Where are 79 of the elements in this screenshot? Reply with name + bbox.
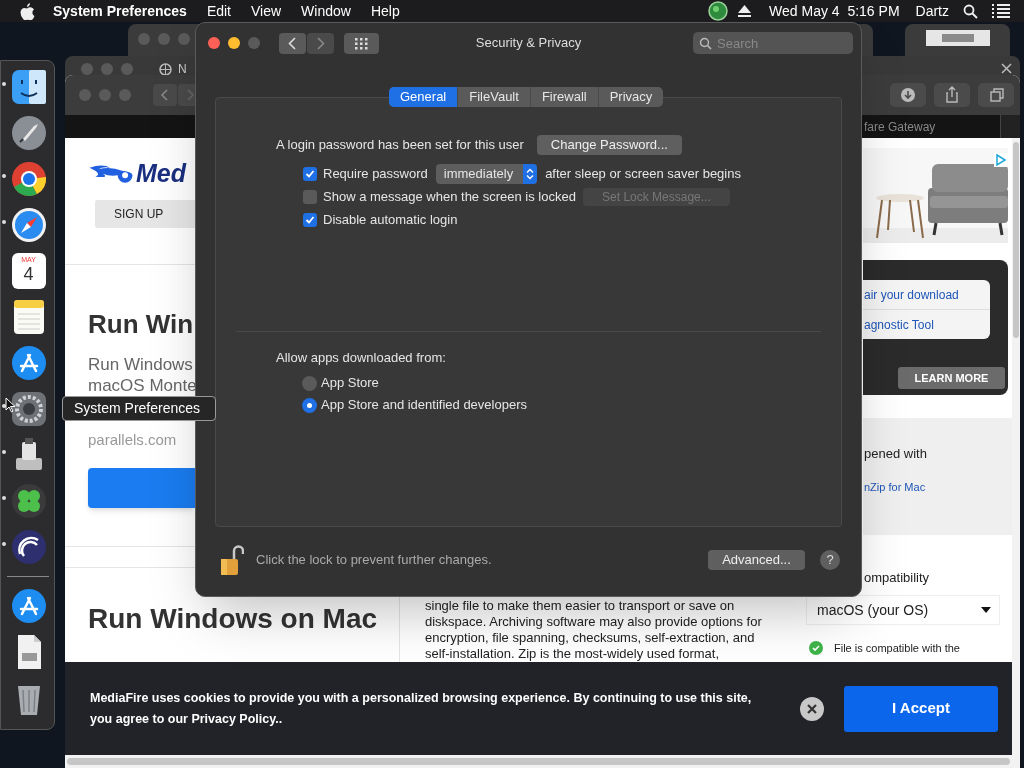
- dock-tooltip: System Preferences: [62, 396, 216, 421]
- list-icon[interactable]: [992, 4, 1010, 18]
- ad-heading[interactable]: Run Win: [88, 305, 194, 344]
- back-icon[interactable]: [279, 32, 306, 54]
- window-thumbnail-icon: [925, 30, 990, 46]
- compass-icon[interactable]: [9, 206, 48, 244]
- search-icon[interactable]: [963, 3, 978, 19]
- accept-button[interactable]: I Accept: [844, 685, 998, 732]
- close-icon[interactable]: [1001, 63, 1012, 74]
- password-status: A login password has been set for this user: [276, 136, 524, 155]
- lock-hint: Click the lock to prevent further changes.: [256, 551, 492, 570]
- torrent-app-icon[interactable]: [9, 528, 48, 566]
- eject-icon[interactable]: [738, 5, 752, 17]
- clover-icon[interactable]: [9, 482, 48, 520]
- tab-title[interactable]: N: [178, 63, 187, 76]
- ad-action-button[interactable]: [88, 467, 195, 508]
- section-heading: ompatibility: [864, 569, 930, 587]
- radio-label[interactable]: App Store and identified developers: [321, 395, 527, 415]
- section-label: Allow apps downloaded from:: [276, 349, 447, 368]
- share-icon[interactable]: [934, 83, 970, 107]
- tabs-icon[interactable]: [978, 83, 1014, 107]
- caret-icon: [981, 607, 991, 613]
- up-down-icon: [526, 167, 535, 180]
- menu-item[interactable]: Window: [301, 0, 351, 22]
- change-password-button[interactable]: Change Password...: [536, 135, 682, 155]
- globe-status-icon[interactable]: [708, 1, 729, 21]
- checkbox-label[interactable]: Disable automatic login: [323, 209, 458, 230]
- search-icon: [699, 37, 712, 50]
- pointer-icon: [5, 397, 16, 413]
- globe-icon: [159, 63, 172, 76]
- os-select[interactable]: macOS (your OS): [806, 595, 1000, 625]
- menu-item[interactable]: View: [251, 0, 282, 22]
- menu-bar-clock[interactable]: Wed May 4 5:16 PM: [769, 0, 900, 22]
- checkbox-label[interactable]: Show a message when the screen is locked: [323, 186, 576, 207]
- ad-heading[interactable]: Run Windows on Mac: [88, 597, 378, 640]
- radio-label[interactable]: App Store: [321, 373, 379, 393]
- window-control-icon[interactable]: [208, 37, 220, 49]
- finder-icon[interactable]: [9, 68, 48, 106]
- unlocked-icon[interactable]: [220, 544, 244, 576]
- user-name[interactable]: Dartz: [915, 0, 949, 22]
- tab[interactable]: Firewall: [529, 87, 598, 107]
- app-store-icon[interactable]: [9, 587, 48, 625]
- article-paragraph: single file to make them easier to transport or save on diskspace. Archiving software may also provide options for encryption, file spanning, checksums, self-extraction, and self-installation. Zip is the most-widely used format,: [425, 598, 763, 662]
- help-button[interactable]: ?: [820, 550, 840, 570]
- learn-more-button[interactable]: LEARN MORE: [898, 367, 1005, 389]
- flame-logo-icon: [88, 163, 134, 183]
- forward-icon[interactable]: [307, 32, 334, 54]
- ad-subtitle: Run Windows macOS Monte: [88, 354, 197, 396]
- menu-item[interactable]: Edit: [206, 0, 231, 22]
- grid-icon[interactable]: [344, 32, 379, 54]
- tab-title[interactable]: fare Gateway: [864, 117, 936, 136]
- option-text: after sleep or screen saver begins: [545, 164, 741, 183]
- compatibility-note: File is compatible with the: [834, 641, 960, 656]
- ad-choices-icon[interactable]: [994, 153, 1008, 167]
- tab[interactable]: General: [389, 87, 458, 107]
- rocket-icon[interactable]: [9, 114, 48, 152]
- chrome-icon[interactable]: [9, 160, 48, 198]
- window-title: Security & Privacy: [475, 34, 582, 53]
- apple-icon[interactable]: [20, 2, 35, 20]
- tab[interactable]: FileVault: [457, 87, 530, 107]
- repair-link[interactable]: agnostic Tool: [863, 310, 990, 339]
- app-menu[interactable]: System Preferences: [53, 0, 187, 22]
- cookie-notice: MediaFire uses cookies to provide you with a personalized browsing experience. By continuing to use this site, you agree to our Privacy Policy..: [90, 689, 753, 728]
- menu-item[interactable]: Help: [370, 0, 400, 22]
- close-icon[interactable]: [800, 696, 824, 721]
- repair-link[interactable]: air your download: [863, 280, 990, 310]
- window-control-icon[interactable]: [228, 37, 240, 49]
- sign-up-button[interactable]: SIGN UP: [95, 200, 195, 228]
- download-icon[interactable]: [890, 83, 926, 107]
- app-link[interactable]: nZip for Mac: [864, 478, 1012, 495]
- logo-text: Med: [136, 158, 186, 188]
- advanced-button[interactable]: Advanced...: [708, 550, 805, 570]
- check-circle-icon: [809, 641, 823, 655]
- checkbox-label[interactable]: Require password: [323, 163, 428, 184]
- info-text: pened with: [864, 445, 928, 463]
- app-store-icon[interactable]: [9, 344, 48, 382]
- calendar-day: 4: [23, 264, 34, 284]
- tab[interactable]: Privacy: [597, 87, 664, 107]
- settings-icon[interactable]: [9, 390, 48, 428]
